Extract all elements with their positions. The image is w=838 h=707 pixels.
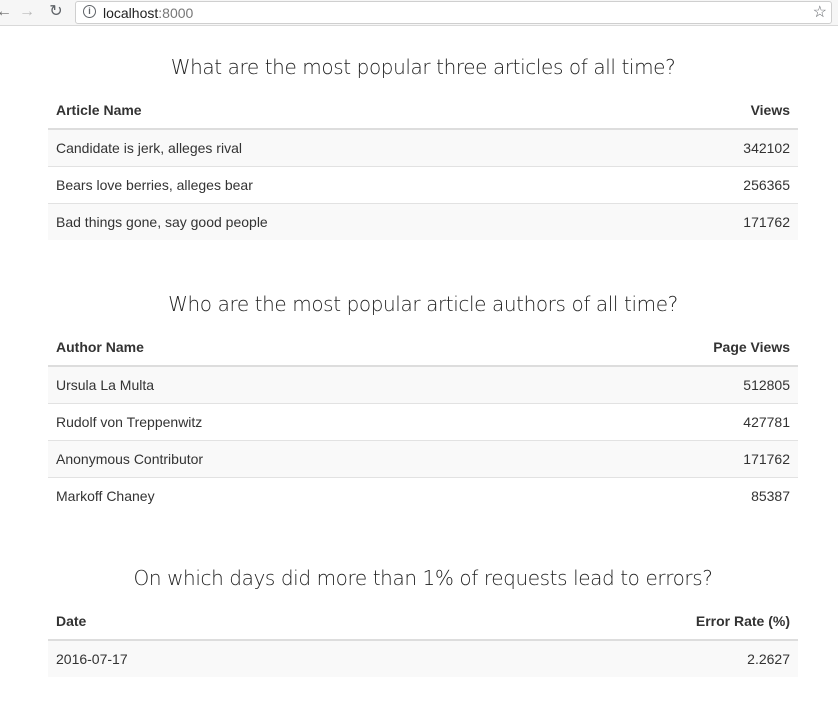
error-rate-cell: 2.2627 xyxy=(380,640,798,677)
popular-articles-section: What are the most popular three articles… xyxy=(48,53,798,240)
table-row: 2016-07-17 2.2627 xyxy=(48,640,798,677)
table-row: Ursula La Multa 512805 xyxy=(48,366,798,404)
column-header-author-name: Author Name xyxy=(48,328,526,367)
author-name-cell: Anonymous Contributor xyxy=(48,440,526,478)
date-cell: 2016-07-17 xyxy=(48,640,381,677)
bookmark-star-icon[interactable]: ☆ xyxy=(813,3,827,23)
section-title: Who are the most popular article authors… xyxy=(168,292,678,316)
error-days-table: Date Error Rate (%) 2016-07-17 2.2627 xyxy=(48,602,798,677)
url-host: localhost xyxy=(103,5,159,21)
table-row: Bears love berries, alleges bear 256365 xyxy=(48,166,798,204)
views-cell: 342102 xyxy=(636,129,798,167)
authors-table: Author Name Page Views Ursula La Multa 5… xyxy=(48,328,798,514)
column-header-error-rate: Error Rate (%) xyxy=(380,602,798,641)
page-views-cell: 427781 xyxy=(526,403,798,441)
article-name-cell: Bears love berries, alleges bear xyxy=(48,166,637,204)
table-row: Markoff Chaney 85387 xyxy=(48,477,798,514)
table-row: Bad things gone, say good people 171762 xyxy=(48,203,798,240)
page-views-cell: 171762 xyxy=(526,440,798,478)
column-header-page-views: Page Views xyxy=(526,328,798,367)
column-header-article-name: Article Name xyxy=(48,91,637,130)
reload-icon[interactable]: ↻ xyxy=(46,2,66,22)
author-name-cell: Rudolf von Treppenwitz xyxy=(48,403,526,441)
article-name-cell: Bad things gone, say good people xyxy=(48,203,637,240)
section-title: On which days did more than 1% of reques… xyxy=(133,566,713,590)
author-name-cell: Markoff Chaney xyxy=(48,477,526,514)
table-header-row: Author Name Page Views xyxy=(48,328,798,367)
views-cell: 256365 xyxy=(636,166,798,204)
table-row: Anonymous Contributor 171762 xyxy=(48,440,798,478)
table-row: Rudolf von Treppenwitz 427781 xyxy=(48,403,798,441)
info-icon[interactable]: i xyxy=(83,5,96,18)
url-port: :8000 xyxy=(158,5,194,21)
page-views-cell: 512805 xyxy=(526,366,798,404)
popular-authors-section: Who are the most popular article authors… xyxy=(48,290,798,514)
url-text[interactable]: localhost:8000 xyxy=(103,5,193,21)
forward-arrow-icon[interactable]: → xyxy=(17,2,37,22)
address-bar[interactable]: i localhost:8000 ☆ xyxy=(75,1,832,24)
table-row: Candidate is jerk, alleges rival 342102 xyxy=(48,129,798,167)
error-days-section: On which days did more than 1% of reques… xyxy=(48,564,798,677)
column-header-views: Views xyxy=(636,91,798,130)
article-name-cell: Candidate is jerk, alleges rival xyxy=(48,129,637,167)
table-header-row: Date Error Rate (%) xyxy=(48,602,798,641)
back-arrow-icon[interactable]: ← xyxy=(0,2,14,22)
page-views-cell: 85387 xyxy=(526,477,798,514)
table-header-row: Article Name Views xyxy=(48,91,798,130)
articles-table: Article Name Views Candidate is jerk, al… xyxy=(48,91,798,240)
section-title: What are the most popular three articles… xyxy=(170,55,676,79)
views-cell: 171762 xyxy=(636,203,798,240)
author-name-cell: Ursula La Multa xyxy=(48,366,526,404)
column-header-date: Date xyxy=(48,602,381,641)
browser-toolbar: ← → ↻ i localhost:8000 ☆ xyxy=(0,0,838,26)
